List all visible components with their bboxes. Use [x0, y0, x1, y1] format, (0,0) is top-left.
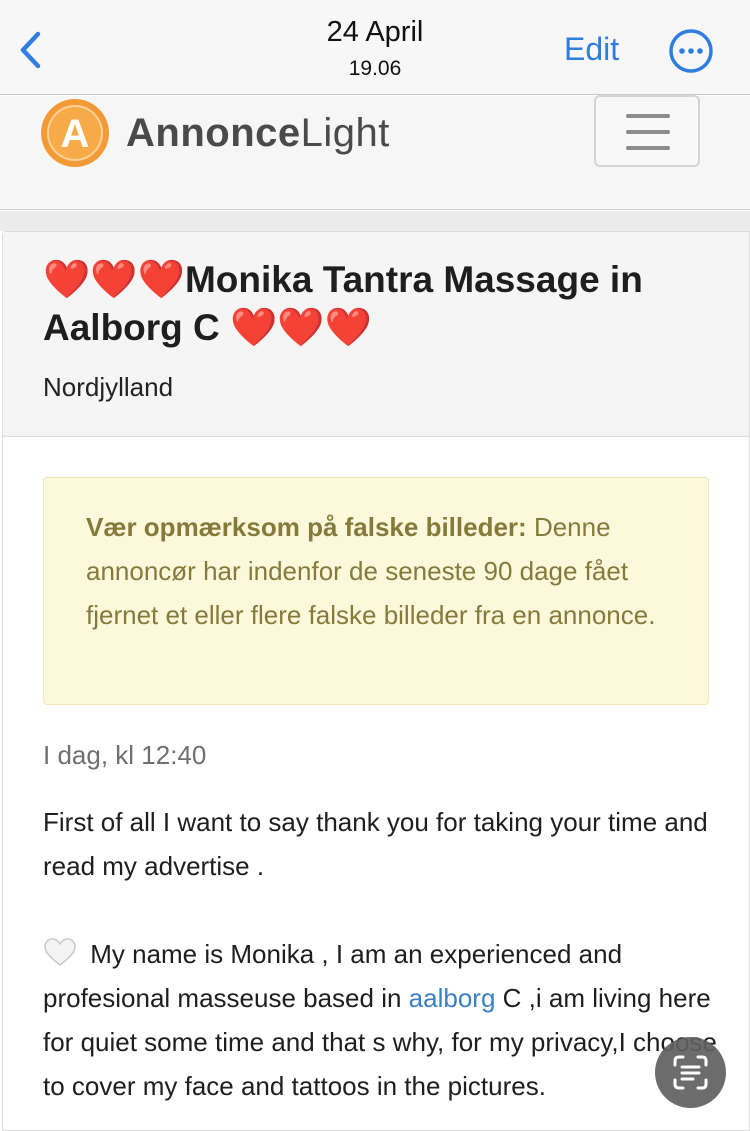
live-text-button[interactable]	[655, 1037, 726, 1108]
message-date: 24 April	[326, 16, 424, 48]
site-header: A AnnonceLight	[0, 95, 750, 210]
heart-icon: ❤️	[324, 307, 373, 349]
heart-icon: ❤️	[230, 307, 278, 349]
ad-header: ❤️❤️❤️Monika Tantra Massage in Aalborg C …	[3, 232, 749, 437]
heart-icon: ❤️	[90, 259, 138, 301]
location-link[interactable]: aalborg	[409, 983, 496, 1013]
logo-wordmark-light: Light	[300, 110, 390, 155]
logo-wordmark: AnnonceLight	[126, 111, 390, 156]
logo-icon: A	[41, 99, 109, 167]
ad-title: ❤️❤️❤️Monika Tantra Massage in Aalborg C …	[43, 256, 723, 352]
navigation-bar: 24 April 19.06 Edit	[0, 0, 750, 95]
heart-icon: ❤️	[277, 307, 325, 349]
ad-region: Nordjylland	[43, 372, 174, 402]
edit-button[interactable]: Edit	[564, 31, 619, 68]
ad-description: First of all I want to say thank you for…	[43, 800, 723, 1131]
heart-icon: ❤️	[43, 259, 91, 301]
fake-photo-warning: Vær opmærksom på falske billeder: Denne …	[43, 477, 709, 705]
site-logo[interactable]: A AnnonceLight	[40, 98, 390, 168]
svg-text:A: A	[61, 112, 90, 156]
more-button[interactable]	[668, 28, 714, 74]
text-scan-icon	[673, 1055, 708, 1090]
message-time: 19.06	[348, 57, 402, 80]
ad-timestamp: I dag, kl 12:40	[43, 740, 207, 770]
description-paragraph: First of all I want to say thank you for…	[43, 807, 708, 881]
ad-title-text-1: Monika Tantra Massage in	[184, 259, 643, 300]
description-paragraph: My name is Monika , I am an experienced …	[43, 932, 723, 1108]
menu-button[interactable]	[594, 95, 700, 167]
ad-title-text-2: Aalborg C	[43, 307, 220, 348]
white-heart-icon	[44, 938, 76, 966]
ellipsis-circle-icon	[669, 29, 713, 73]
heart-icon: ❤️	[137, 259, 185, 301]
warning-heading: Vær opmærksom på falske billeder:	[86, 512, 527, 542]
ad-card: ❤️❤️❤️Monika Tantra Massage in Aalborg C …	[2, 231, 750, 1131]
section-gap	[0, 211, 750, 231]
logo-wordmark-bold: Annonce	[126, 110, 301, 155]
